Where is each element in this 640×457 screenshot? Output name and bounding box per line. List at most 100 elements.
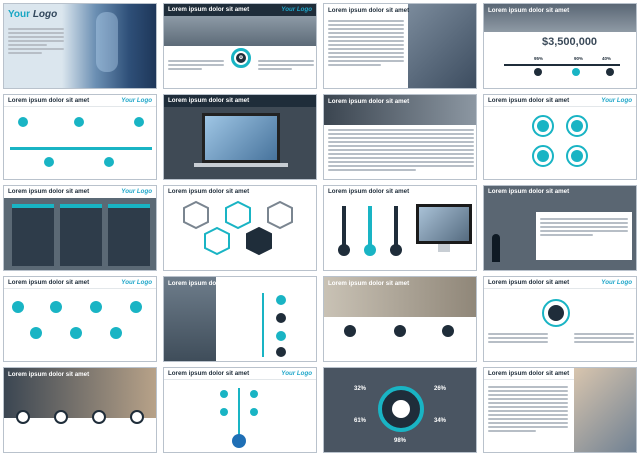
slide-title: Lorem ipsum dolor sit amet [8, 188, 90, 195]
gauge-3 [394, 206, 398, 246]
slide-title: Lorem ipsum dolor sit amet [488, 370, 570, 377]
card-text [540, 218, 628, 238]
left-text [488, 333, 548, 345]
cover-paragraph [8, 28, 64, 56]
slide-logo: Your Logo [281, 6, 312, 13]
slide-thumbnail-15[interactable]: Lorem ipsum dolor sit amet [323, 276, 477, 362]
column-1 [12, 204, 54, 266]
slide-thumbnail-12[interactable]: Lorem ipsum dolor sit amet [483, 185, 637, 271]
gear-icon-1 [537, 120, 549, 132]
slide-thumbnail-19[interactable]: 32% 26% 61% 34% 98% [323, 367, 477, 453]
network-node-1 [220, 390, 228, 398]
branch-node-4 [276, 347, 286, 357]
slide-thumbnail-11[interactable]: Lorem ipsum dolor sit amet [323, 185, 477, 271]
branch-node-2 [276, 313, 286, 323]
slide-title: Lorem ipsum dolor sit amet [328, 98, 410, 105]
gear-icon-2 [571, 120, 583, 132]
gauge-bulb-3 [390, 244, 402, 256]
slide-title-bar: Lorem ipsum dolor sit amet Your Logo [164, 4, 316, 16]
slide-title-bar: Lorem ipsum dolor sit amet Your Logo [4, 95, 156, 107]
feature-icon-4 [130, 410, 144, 424]
right-text [574, 333, 634, 345]
hexagon-chain [183, 200, 293, 256]
pct-2: 90% [574, 56, 584, 61]
feature-icon-3 [92, 410, 106, 424]
pct-3: 40% [602, 56, 612, 61]
gear-icon: ⚙ [236, 53, 246, 63]
document-icon [394, 325, 406, 337]
slide-title: Lorem ipsum dolor sit amet [168, 370, 250, 377]
slide-thumbnail-17[interactable]: Lorem ipsum dolor sit amet [3, 367, 157, 453]
slide-logo: Your Logo [121, 97, 152, 104]
gauge-2 [368, 206, 372, 246]
step-icon-1 [534, 68, 542, 76]
person-silhouette [492, 234, 500, 262]
column-2 [60, 204, 102, 266]
cover-logo-your: Your [8, 9, 31, 20]
process-icon-3 [50, 301, 62, 313]
slide-thumbnail-1[interactable]: Your Logo [3, 3, 157, 89]
slide-thumbnail-3[interactable]: Lorem ipsum dolor sit amet [323, 3, 477, 89]
slide-thumbnail-7[interactable]: Lorem ipsum dolor sit amet [323, 94, 477, 180]
slide-title: Lorem ipsum dolor sit amet [8, 371, 90, 378]
body-text [328, 20, 404, 68]
gauge-1 [342, 206, 346, 246]
pct-top-right: 26% [434, 386, 447, 392]
slide-title: Lorem ipsum dolor sit amet [168, 280, 250, 287]
branch-node-3 [276, 331, 286, 341]
businessman-photo [408, 4, 476, 88]
column-3-header [108, 204, 150, 208]
slide-title-bar: Lorem ipsum dolor sit amet Your Logo [484, 95, 636, 107]
slide-title: Lorem ipsum dolor sit amet [328, 188, 410, 195]
timeline-node-1 [18, 117, 28, 127]
left-text [168, 60, 224, 72]
cover-logo-word: Logo [32, 9, 58, 20]
team-icon [344, 325, 356, 337]
pct-1: 95% [534, 56, 544, 61]
slide-thumbnail-10[interactable]: Lorem ipsum dolor sit amet [163, 185, 317, 271]
process-icon-2 [30, 327, 42, 339]
timeline-node-5 [134, 117, 144, 127]
amount-figure: $3,500,000 [542, 36, 598, 48]
hands-keyboard-photo [164, 16, 316, 46]
slide-title: Lorem ipsum dolor sit amet [488, 97, 570, 104]
process-icon-6 [110, 327, 122, 339]
slide-thumbnail-20[interactable]: Lorem ipsum dolor sit amet [483, 367, 637, 453]
slide-thumbnail-2[interactable]: Lorem ipsum dolor sit amet Your Logo ⚙ [163, 3, 317, 89]
slide-thumbnail-4[interactable]: Lorem ipsum dolor sit amet $3,500,000 95… [483, 3, 637, 89]
column-2-header [60, 204, 102, 208]
slide-title: Lorem ipsum dolor sit amet [168, 97, 250, 104]
feature-icon-1 [16, 410, 30, 424]
gear-icon-3 [537, 150, 549, 162]
slide-thumbnail-8[interactable]: Lorem ipsum dolor sit amet Your Logo [483, 94, 637, 180]
timeline-node-4 [104, 157, 114, 167]
monitor-stand [438, 244, 450, 252]
pct-top-left: 32% [354, 386, 367, 392]
slide-title: Lorem ipsum dolor sit amet [488, 7, 570, 14]
slide-logo: Your Logo [121, 188, 152, 195]
slide-thumbnail-16[interactable]: Lorem ipsum dolor sit amet Your Logo [483, 276, 637, 362]
network-trunk [238, 388, 240, 440]
slide-title-bar: Lorem ipsum dolor sit amet [484, 186, 636, 198]
branch-trunk [262, 293, 264, 357]
slide-logo: Your Logo [601, 97, 632, 104]
progress-line [504, 64, 620, 66]
slide-title-bar: Lorem ipsum dolor sit amet [164, 95, 316, 107]
slide-thumbnail-5[interactable]: Lorem ipsum dolor sit amet Your Logo [3, 94, 157, 180]
gauge-bulb-2 [364, 244, 376, 256]
slide-logo: Your Logo [601, 279, 632, 286]
slide-logo: Your Logo [121, 279, 152, 286]
timeline-node-3 [74, 117, 84, 127]
slide-thumbnail-18[interactable]: Lorem ipsum dolor sit amet Your Logo [163, 367, 317, 453]
network-node-3 [220, 408, 228, 416]
gear-icon-4 [571, 150, 583, 162]
slide-thumbnail-6[interactable]: Lorem ipsum dolor sit amet [163, 94, 317, 180]
network-node-4 [250, 408, 258, 416]
slide-title: Lorem ipsum dolor sit amet [328, 280, 410, 287]
xray-figure-shape [96, 12, 118, 72]
slide-thumbnail-9[interactable]: Lorem ipsum dolor sit amet Your Logo [3, 185, 157, 271]
slide-thumbnail-14[interactable]: Lorem ipsum dolor sit amet [163, 276, 317, 362]
slide-logo: Your Logo [281, 370, 312, 377]
slide-thumbnail-13[interactable]: Lorem ipsum dolor sit amet Your Logo [3, 276, 157, 362]
slide-title: Lorem ipsum dolor sit amet [488, 188, 570, 195]
